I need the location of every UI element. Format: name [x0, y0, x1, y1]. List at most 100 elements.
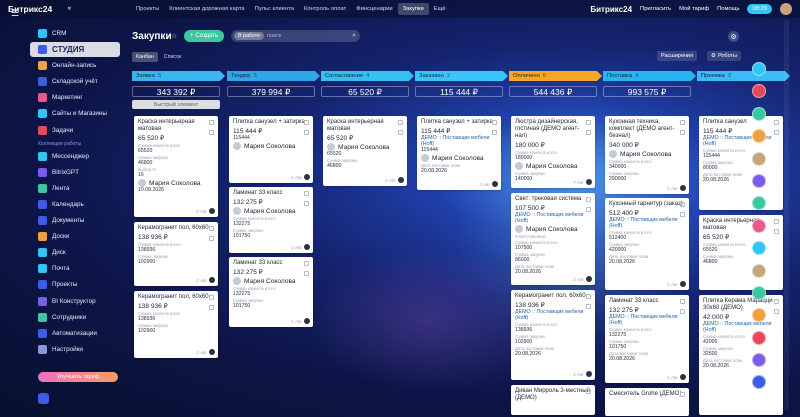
quick-add-button[interactable]: Быстрый элемент	[132, 100, 220, 109]
supplier-link[interactable]: ДЕМО :: Поставщик мебели (Hoff)	[515, 309, 591, 321]
card-title[interactable]: Ламинат 33 класс	[233, 190, 309, 197]
deal-card[interactable]: Плитка Керама Марацци 30x60 (ДЕМО) 42 000…	[699, 295, 783, 415]
card-title[interactable]: Плитка санузел + затирка	[233, 119, 309, 126]
sidebar-item[interactable]: Проекты	[30, 277, 120, 292]
card-checkbox[interactable]	[586, 389, 591, 394]
rail-avatar[interactable]	[752, 151, 766, 166]
rail-avatar[interactable]	[752, 196, 766, 211]
card-responsible[interactable]: Мария Соколова	[233, 207, 309, 215]
card-checkbox[interactable]	[586, 197, 591, 202]
time-badge[interactable]: 08:29	[747, 4, 772, 14]
topnav-item[interactable]: Проекты	[131, 3, 164, 15]
rail-avatar[interactable]	[752, 218, 766, 233]
card-title[interactable]: Кухонный гарнитур (заказ)	[609, 201, 685, 208]
card-checkbox[interactable]	[209, 120, 214, 125]
card-checkbox[interactable]	[398, 120, 403, 125]
sidebar-item[interactable]: Мессенджер	[30, 149, 120, 164]
card-responsible[interactable]: Мария Соколова	[515, 162, 591, 170]
deal-card[interactable]: Керамогранит пол, 60x60 138 936 ₽ ДЕМО :: …	[511, 290, 595, 380]
card-checkbox[interactable]	[304, 271, 309, 276]
sidebar-item[interactable]: Документы	[30, 213, 120, 228]
sidebar-item[interactable]: Автоматизации	[30, 326, 120, 341]
create-button[interactable]: + Создать	[184, 30, 224, 42]
star-icon[interactable]: ☆	[171, 32, 177, 40]
sidebar-item[interactable]: BitrixGPT	[30, 165, 120, 180]
sidebar-item[interactable]: Онлайн-запись	[30, 58, 120, 73]
scrollbar[interactable]	[784, 20, 789, 410]
rail-avatar[interactable]	[752, 353, 766, 368]
deal-card[interactable]: Смеситель Grohe (ДЕМО)	[605, 388, 689, 416]
card-responsible[interactable]: Мария Соколова	[233, 142, 309, 150]
rail-avatar[interactable]	[752, 84, 766, 99]
card-checkbox[interactable]	[680, 202, 685, 207]
rail-avatar[interactable]	[752, 263, 766, 278]
rail-avatar[interactable]	[752, 62, 766, 76]
column-header[interactable]: Поставка 4	[603, 71, 696, 81]
rail-avatar[interactable]	[752, 241, 766, 256]
card-checkbox[interactable]	[680, 120, 685, 125]
card-title[interactable]: Ламинат 33 класс	[233, 260, 309, 267]
upgrade-tariff-button[interactable]: Улучшить тариф	[38, 372, 118, 382]
column-header[interactable]: Тендер 3	[227, 71, 320, 81]
card-checkbox[interactable]	[304, 130, 309, 135]
column-header[interactable]: Согласование 4	[321, 71, 414, 81]
card-responsible[interactable]: Мария Соколова	[233, 277, 309, 285]
card-checkbox[interactable]	[586, 120, 591, 125]
search-icon[interactable]: ⌕	[352, 32, 356, 40]
deal-card[interactable]: Кухонная техника, комплект (ДЕМО агент-б…	[605, 116, 689, 194]
tariff-link[interactable]: Мой тариф	[679, 6, 709, 12]
help-link[interactable]: Помощь	[717, 6, 739, 12]
bitrix-assistant-icon[interactable]	[38, 393, 49, 404]
topnav-item[interactable]: Контроль оплат	[299, 3, 351, 15]
card-checkbox[interactable]	[492, 120, 497, 125]
deal-card[interactable]: Ламинат 33 класс 132 275 ₽ Мария Соколова С…	[229, 257, 313, 327]
card-responsible[interactable]: Мария Соколова	[327, 143, 403, 151]
card-title[interactable]: Свет: трековая система	[515, 196, 591, 203]
sidebar-item[interactable]: Почта	[30, 261, 120, 276]
sidebar-item[interactable]: Складской учёт	[30, 74, 120, 89]
rail-avatar[interactable]	[752, 285, 766, 300]
card-responsible[interactable]: Мария Соколова	[138, 179, 214, 187]
sidebar-item[interactable]: СТУДИЯ	[30, 42, 120, 58]
supplier-link[interactable]: ДЕМО :: Поставщик мебели (Hoff)	[421, 135, 497, 147]
extensions-button[interactable]: Расширения	[657, 51, 697, 61]
deal-card[interactable]: Краска интерьерная матовая 65 520 ₽ Сумма …	[134, 116, 218, 217]
tab-list[interactable]: Список	[160, 52, 186, 62]
card-title[interactable]: Керамогранит пол, 60x60	[515, 293, 591, 300]
card-checkbox[interactable]	[304, 120, 309, 125]
deal-card[interactable]: Плитка санузел + затирка 115 444 ₽115444 М…	[229, 116, 313, 183]
rail-avatar[interactable]	[752, 173, 766, 188]
sidebar-item[interactable]: BI Конструктор	[30, 294, 120, 309]
card-checkbox[interactable]	[304, 191, 309, 196]
filter-tag[interactable]: В работе	[234, 32, 265, 40]
column-header[interactable]: Заявка 5	[132, 71, 225, 81]
topnav-item[interactable]: Финсценарии	[351, 3, 397, 15]
rail-avatar[interactable]	[752, 106, 766, 121]
card-checkbox[interactable]	[774, 219, 779, 224]
supplier-link[interactable]: ДЕМО :: Поставщик мебели (Hoff)	[515, 212, 591, 224]
card-checkbox[interactable]	[774, 130, 779, 135]
rail-avatar[interactable]	[752, 375, 766, 390]
deal-card[interactable]: Плитка санузел + затирка 115 444 ₽ ДЕМО ::…	[417, 116, 501, 190]
card-checkbox[interactable]	[586, 130, 591, 135]
card-title[interactable]: Диван Мирроль 3-местный (ДЕМО)	[515, 388, 591, 402]
column-header[interactable]: Оплачено 6	[509, 71, 602, 81]
card-checkbox[interactable]	[586, 207, 591, 212]
search-filter[interactable]: В работе ⌕	[231, 30, 360, 42]
deal-card[interactable]: Свет: трековая система 107 500 ₽ ДЕМО :: П…	[511, 193, 595, 285]
robots-button[interactable]: ⚙ Роботы	[707, 51, 741, 61]
card-title[interactable]: Керамогранит пол, 60x60	[138, 294, 214, 301]
card-checkbox[interactable]	[398, 130, 403, 135]
card-checkbox[interactable]	[680, 212, 685, 217]
sidebar-item[interactable]: Задачи	[30, 123, 120, 138]
card-checkbox[interactable]	[586, 304, 591, 309]
card-checkbox[interactable]	[680, 130, 685, 135]
card-checkbox[interactable]	[304, 201, 309, 206]
deal-card[interactable]: Диван Мирроль 3-местный (ДЕМО)	[511, 385, 595, 415]
deal-card[interactable]: Люстра дизайнерская, гостиная (ДЕМО аген…	[511, 116, 595, 188]
deal-card[interactable]: Краска интерьерная матовая 65 520 ₽ Сумма …	[699, 215, 783, 290]
card-checkbox[interactable]	[209, 236, 214, 241]
search-input[interactable]	[267, 33, 328, 39]
sidebar-item[interactable]: Доски	[30, 229, 120, 244]
sidebar-item[interactable]: Настройки	[30, 342, 120, 357]
